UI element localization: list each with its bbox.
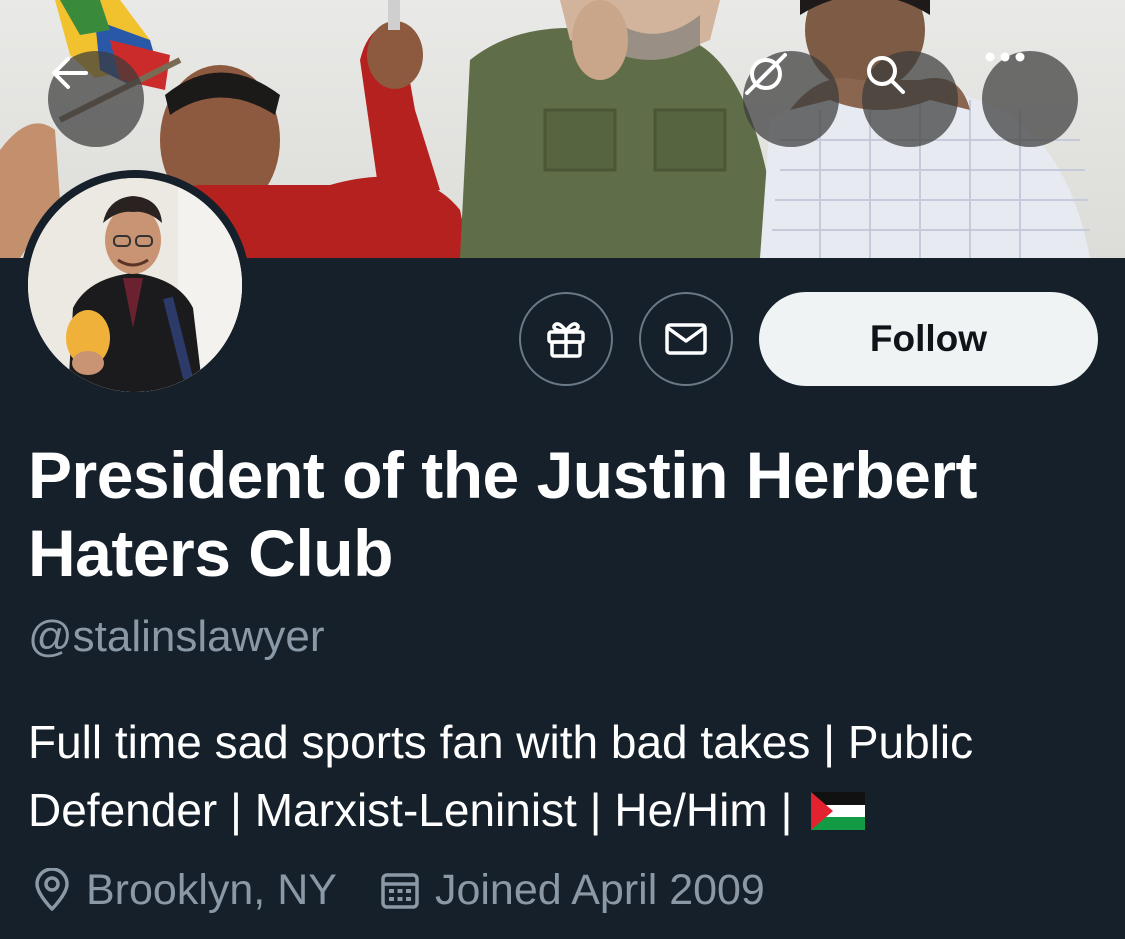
calendar-icon	[381, 873, 419, 909]
arrow-left-icon	[52, 57, 88, 89]
display-name: President of the Justin Herbert Haters C…	[28, 438, 978, 590]
profile-bio: Full time sad sports fan with bad takes …	[28, 708, 1108, 848]
location-text: Brooklyn, NY	[86, 865, 337, 914]
username-handle: @stalinslawyer	[28, 612, 325, 661]
avatar-image	[28, 178, 242, 392]
more-button[interactable]	[982, 51, 1078, 147]
search-icon	[867, 56, 905, 94]
profile-meta: Brooklyn, NY Joined April 2009	[32, 862, 807, 918]
message-button[interactable]	[639, 292, 733, 386]
search-button[interactable]	[862, 51, 958, 147]
gift-icon	[547, 322, 585, 358]
envelope-icon	[665, 323, 707, 355]
joined-text: Joined April 2009	[434, 865, 765, 914]
subscribe-gift-button[interactable]	[519, 292, 613, 386]
grok-icon	[745, 53, 787, 95]
joined-item: Joined April 2009	[379, 866, 765, 915]
avatar[interactable]	[20, 170, 250, 400]
location-pin-icon	[35, 868, 69, 911]
location-item: Brooklyn, NY	[32, 866, 337, 915]
grok-button[interactable]	[743, 51, 839, 147]
palestine-flag-emoji	[811, 780, 866, 848]
back-button[interactable]	[48, 51, 144, 147]
follow-button[interactable]: Follow	[759, 292, 1098, 386]
more-icon	[985, 52, 1025, 62]
profile-page: Follow President of the Justin Herbert H…	[0, 0, 1125, 939]
